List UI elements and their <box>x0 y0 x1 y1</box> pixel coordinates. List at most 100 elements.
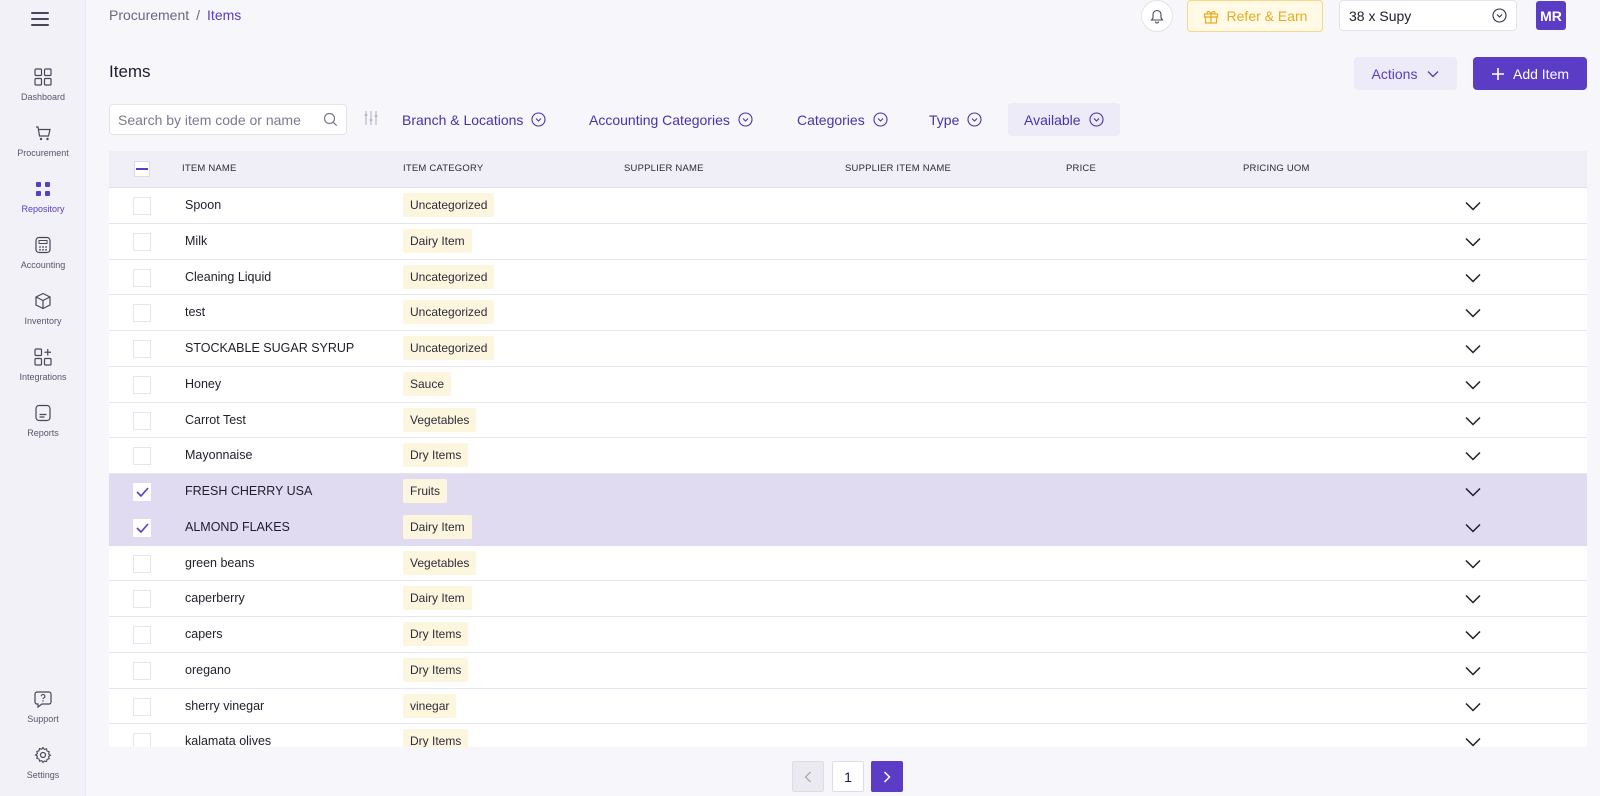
row-checkbox[interactable] <box>133 483 151 501</box>
table-row[interactable]: Spoon Uncategorized <box>109 188 1587 224</box>
actions-button[interactable]: Actions <box>1354 57 1457 90</box>
table-row[interactable]: ALMOND FLAKES Dairy Item <box>109 509 1587 546</box>
category-badge: Dairy Item <box>403 228 472 253</box>
table-row[interactable]: kalamata olives Dry Items <box>109 724 1587 747</box>
table-row[interactable]: Honey Sauce <box>109 366 1587 403</box>
expand-row-button[interactable] <box>1465 520 1481 538</box>
row-checkbox[interactable] <box>133 375 151 394</box>
cart-icon <box>36 126 51 141</box>
sidebar-item-inventory[interactable]: Inventory <box>0 292 86 326</box>
refer-earn-button[interactable]: Refer & Earn <box>1187 0 1323 32</box>
select-all-checkbox[interactable] <box>134 161 150 177</box>
menu-icon[interactable] <box>31 12 49 26</box>
column-price[interactable]: PRICE <box>1066 163 1096 174</box>
gift-icon <box>1203 10 1218 24</box>
expand-row-button[interactable] <box>1465 341 1481 359</box>
item-name: caperberry <box>185 591 245 606</box>
row-checkbox[interactable] <box>133 268 151 287</box>
breadcrumb-separator: / <box>196 7 201 23</box>
expand-row-button[interactable] <box>1465 270 1481 288</box>
table-row[interactable]: sherry vinegar vinegar <box>109 688 1587 725</box>
row-checkbox[interactable] <box>133 304 151 323</box>
item-name: Mayonnaise <box>185 448 253 463</box>
column-item-name[interactable]: ITEM NAME <box>182 163 237 174</box>
expand-row-button[interactable] <box>1465 591 1481 609</box>
expand-row-button[interactable] <box>1465 699 1481 717</box>
sidebar-item-integrations[interactable]: Integrations <box>0 348 86 382</box>
expand-row-button[interactable] <box>1465 198 1481 216</box>
category-badge: Uncategorized <box>403 264 495 289</box>
expand-row-button[interactable] <box>1465 663 1481 681</box>
row-checkbox[interactable] <box>133 697 151 716</box>
page-number-button[interactable]: 1 <box>832 761 864 792</box>
table-row[interactable]: capers Dry Items <box>109 617 1587 653</box>
table-row[interactable]: STOCKABLE SUGAR SYRUP Uncategorized <box>109 331 1587 367</box>
table-row[interactable]: test Uncategorized <box>109 295 1587 331</box>
row-checkbox[interactable] <box>133 447 151 466</box>
table-row[interactable]: Carrot Test Vegetables <box>109 402 1587 439</box>
row-checkbox[interactable] <box>133 197 151 215</box>
row-checkbox[interactable] <box>133 590 151 609</box>
expand-row-button[interactable] <box>1465 484 1481 502</box>
chevron-down-icon <box>1465 702 1481 712</box>
table-row[interactable]: Milk Dairy Item <box>109 223 1587 260</box>
calculator-icon <box>35 236 51 254</box>
filter-categories[interactable]: Categories <box>797 103 888 136</box>
filter-accounting-categories[interactable]: Accounting Categories <box>589 103 753 136</box>
notifications-button[interactable] <box>1141 0 1173 32</box>
prev-page-button[interactable] <box>792 761 824 792</box>
branch-select[interactable]: 38 x Supy <box>1339 0 1517 31</box>
breadcrumb-procurement[interactable]: Procurement <box>109 7 189 23</box>
expand-row-button[interactable] <box>1465 627 1481 645</box>
sidebar-item-repository[interactable]: Repository <box>0 180 86 214</box>
filter-label: Categories <box>797 111 865 128</box>
row-checkbox[interactable] <box>133 518 151 537</box>
expand-row-button[interactable] <box>1465 448 1481 466</box>
table-row[interactable]: Mayonnaise Dry Items <box>109 438 1587 474</box>
expand-row-button[interactable] <box>1465 556 1481 574</box>
table-header: ITEM NAME ITEM CATEGORY SUPPLIER NAME SU… <box>109 151 1587 188</box>
add-item-button[interactable]: Add Item <box>1473 57 1587 90</box>
row-checkbox[interactable] <box>133 340 151 358</box>
row-checkbox[interactable] <box>133 411 151 430</box>
column-item-category[interactable]: ITEM CATEGORY <box>403 163 483 174</box>
row-checkbox[interactable] <box>133 232 151 251</box>
search-icon[interactable] <box>323 112 338 127</box>
table-row[interactable]: green beans Vegetables <box>109 545 1587 582</box>
table-row[interactable]: caperberry Dairy Item <box>109 581 1587 617</box>
row-checkbox[interactable] <box>133 733 151 747</box>
search-input[interactable] <box>118 111 323 128</box>
avatar[interactable]: MR <box>1536 1 1566 30</box>
expand-row-button[interactable] <box>1465 413 1481 431</box>
table-row[interactable]: FRESH CHERRY USA Fruits <box>109 474 1587 510</box>
sidebar-item-support[interactable]: Support <box>0 690 86 724</box>
sidebar-item-accounting[interactable]: Accounting <box>0 236 86 270</box>
sidebar-item-procurement[interactable]: Procurement <box>0 124 86 158</box>
next-page-button[interactable] <box>871 761 903 792</box>
sidebar-item-settings[interactable]: Settings <box>0 746 86 780</box>
chevron-down-icon <box>1465 380 1481 390</box>
sidebar-item-reports[interactable]: Reports <box>0 404 86 438</box>
filter-branch-locations[interactable]: Branch & Locations <box>402 103 546 136</box>
row-checkbox[interactable] <box>133 626 151 644</box>
expand-row-button[interactable] <box>1465 234 1481 252</box>
expand-row-button[interactable] <box>1465 377 1481 395</box>
expand-row-button[interactable] <box>1465 734 1481 747</box>
filter-type[interactable]: Type <box>929 103 982 136</box>
table-row[interactable]: Cleaning Liquid Uncategorized <box>109 259 1587 296</box>
column-supplier-name[interactable]: SUPPLIER NAME <box>624 163 704 174</box>
sidebar-item-dashboard[interactable]: Dashboard <box>0 68 86 102</box>
sidebar-item-label: Inventory <box>24 316 62 326</box>
column-pricing-uom[interactable]: PRICING UOM <box>1243 163 1310 174</box>
expand-row-button[interactable] <box>1465 305 1481 323</box>
integrations-icon <box>34 348 52 366</box>
row-checkbox[interactable] <box>133 661 151 680</box>
filter-settings-icon[interactable] <box>364 110 378 126</box>
category-badge: vinegar <box>403 693 457 718</box>
filter-available[interactable]: Available <box>1008 103 1120 136</box>
table-row[interactable]: oregano Dry Items <box>109 652 1587 689</box>
category-badge: Dry Items <box>403 622 469 646</box>
row-checkbox[interactable] <box>133 554 151 573</box>
add-item-label: Add Item <box>1512 65 1570 82</box>
column-supplier-item-name[interactable]: SUPPLIER ITEM NAME <box>845 163 951 174</box>
